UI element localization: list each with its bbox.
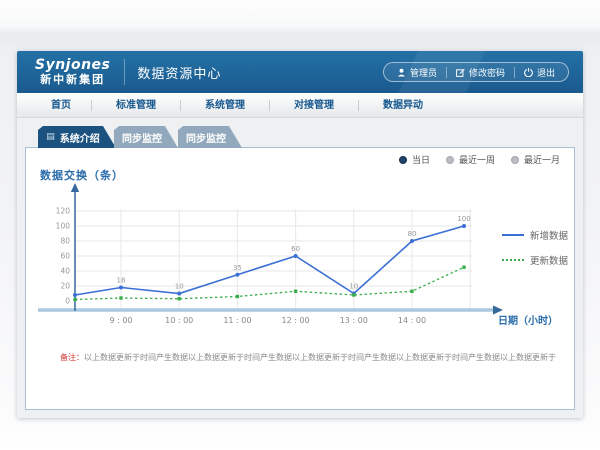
legend-label: 新增数据 [530,228,568,242]
filter-option-2[interactable]: 最近一周 [446,153,495,166]
radio-icon [446,156,454,164]
data-point [462,224,466,228]
header-divider [124,59,125,85]
logo: Synjones 新中新集团 [35,58,110,85]
data-point [294,254,298,258]
legend-swatch [502,259,524,261]
data-point [236,295,239,298]
user-icon [397,68,406,77]
x-tick-label: 11 : 00 [223,316,251,325]
legend-label: 更新数据 [530,253,568,267]
y-tick-label: 80 [60,237,70,246]
legend-swatch [502,234,524,236]
y-axis-arrow-icon [71,183,79,192]
logout-label: 退出 [537,66,555,79]
footer-note-text: 以上数据更新于时间产生数据以上数据更新于时间产生数据以上数据更新于时间产生数据以… [84,353,556,362]
filter-label: 最近一周 [459,153,495,166]
nav-item-4[interactable]: 对接管理 [270,100,359,111]
data-point-label: 60 [291,245,300,253]
change-password-label: 修改密码 [469,66,505,79]
tab-label: 同步监控 [122,130,162,145]
data-point-label: 10 [349,283,358,291]
x-tick-label: 9 : 00 [109,316,132,325]
filter-option-1[interactable]: 当日 [399,153,430,166]
data-point [294,290,297,293]
main-nav: 首页标准管理系统管理对接管理数据异动 [17,93,583,118]
data-point [73,298,76,301]
data-point-label: 80 [408,230,417,238]
data-point [177,292,181,296]
data-point-label: 100 [457,215,470,223]
y-tick-label: 40 [60,267,70,276]
x-tick-label: 13 : 00 [340,316,368,325]
tab-label: 系统介绍 [60,130,100,145]
data-point [73,293,77,297]
chart-series-line [75,226,464,295]
filter-label: 最近一月 [524,153,560,166]
tab-label: 同步监控 [186,130,226,145]
page-title: 数据资源中心 [137,63,221,82]
chart-y-axis-title: 数据交换（条） [40,167,124,183]
data-point-label: 18 [117,277,126,285]
data-point [462,266,465,269]
data-point [235,273,239,277]
legend-item-2[interactable]: 更新数据 [502,253,568,267]
x-tick-label: 10 : 00 [165,316,193,325]
footer-note-label: 备注： [60,353,84,362]
radio-icon [399,156,407,164]
x-tick-label: 14 : 00 [398,316,426,325]
y-tick-label: 20 [60,282,70,291]
document-icon: ▤ [46,133,55,142]
filter-label: 当日 [412,153,430,166]
y-tick-label: 0 [65,297,70,306]
page: Synjones 新中新集团 数据资源中心 管理员 修改密码 退出 首页标准管理… [0,0,600,450]
chart-series-line [75,267,464,299]
data-point [119,286,123,290]
nav-item-1[interactable]: 首页 [31,100,92,111]
range-filters: 当日 最近一周 最近一月 [399,153,560,166]
legend-item-1[interactable]: 新增数据 [502,228,568,242]
change-password-button[interactable]: 修改密码 [447,66,514,79]
data-point [178,297,181,300]
line-chart: 0 20 40 60 80 100 120 9 : 00 10 : 00 11 : 00 12 : … [30,178,510,333]
user-menu: 管理员 修改密码 退出 [383,62,569,82]
power-icon [524,68,533,77]
chart-x-axis-title: 日期（小时） [498,312,558,327]
data-point [410,239,414,243]
header: Synjones 新中新集团 数据资源中心 管理员 修改密码 退出 [17,51,583,93]
user-label: 管理员 [410,66,437,79]
data-point-label: 35 [233,264,242,272]
nav-item-2[interactable]: 标准管理 [92,100,181,111]
nav-item-5[interactable]: 数据异动 [359,100,447,111]
data-point-label: 10 [175,283,184,291]
chart-legend: 新增数据更新数据 [502,228,568,267]
x-tick-label: 12 : 00 [282,316,310,325]
logout-button[interactable]: 退出 [515,66,564,79]
edit-icon [456,68,465,77]
logo-title: Synjones [35,58,110,73]
filter-option-3[interactable]: 最近一月 [511,153,560,166]
data-point [410,290,413,293]
y-tick-label: 120 [56,207,71,216]
y-tick-label: 100 [56,222,71,231]
data-point [352,293,355,296]
logo-subtitle: 新中新集团 [35,74,110,86]
y-tick-label: 60 [60,252,70,261]
data-point [119,296,122,299]
tab-1[interactable]: ▤ 系统介绍 [38,126,116,148]
footer-note: 备注：以上数据更新于时间产生数据以上数据更新于时间产生数据以上数据更新于时间产生… [60,352,570,363]
nav-item-3[interactable]: 系统管理 [181,100,270,111]
radio-icon [511,156,519,164]
user-button[interactable]: 管理员 [388,66,446,79]
